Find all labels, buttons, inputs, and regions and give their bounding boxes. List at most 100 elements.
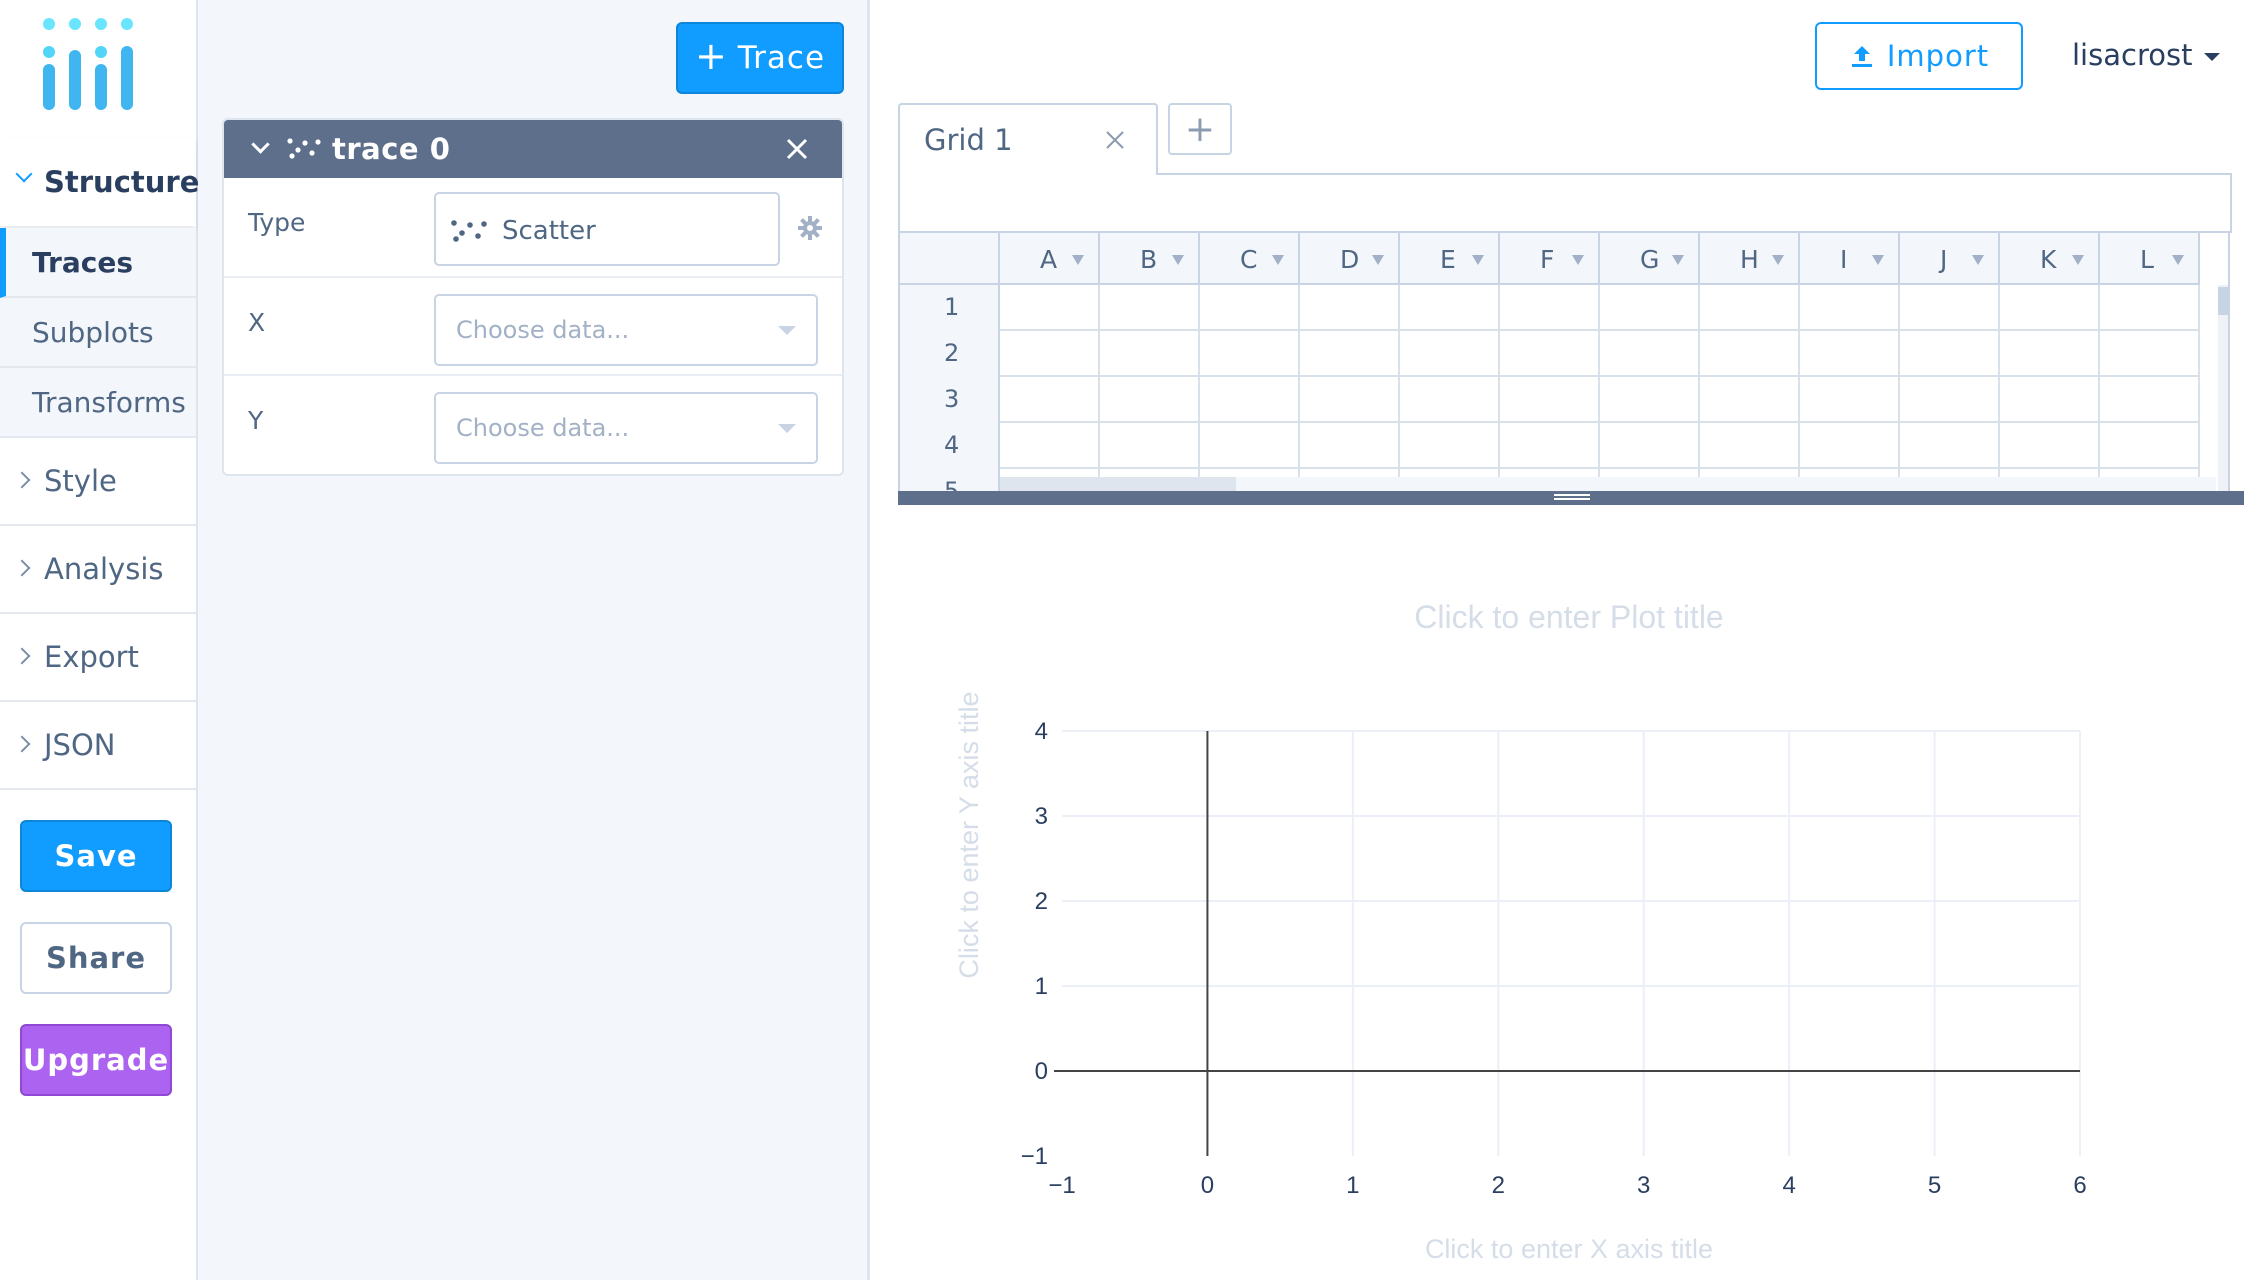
grid-cell[interactable] (1600, 423, 1700, 469)
y-data-dropdown[interactable]: Choose data... (434, 392, 818, 464)
column-header-i[interactable]: I (1800, 233, 1900, 285)
column-header-f[interactable]: F (1500, 233, 1600, 285)
grid-cell[interactable] (1400, 285, 1500, 331)
close-icon[interactable] (1104, 129, 1126, 151)
grid-cell[interactable] (1600, 331, 1700, 377)
column-header-k[interactable]: K (2000, 233, 2100, 285)
nav-item-transforms[interactable]: Transforms (0, 368, 196, 438)
save-button[interactable]: Save (20, 820, 172, 892)
grid-cell[interactable] (1300, 285, 1400, 331)
nav-item-traces[interactable]: Traces (0, 228, 196, 298)
grid-cell[interactable] (1600, 285, 1700, 331)
gear-icon[interactable] (798, 216, 822, 240)
grid-cell[interactable] (1900, 285, 2000, 331)
caret-down-icon[interactable] (1172, 255, 1184, 265)
nav-section-json[interactable]: JSON (0, 702, 196, 790)
grid-cell[interactable] (1500, 331, 1600, 377)
column-header-l[interactable]: L (2100, 233, 2200, 285)
grid-cell[interactable] (1800, 377, 1900, 423)
grid-cell[interactable] (1400, 377, 1500, 423)
nav-section-style[interactable]: Style (0, 438, 196, 526)
grid-cell[interactable] (1700, 377, 1800, 423)
grid-cell[interactable] (1200, 423, 1300, 469)
grid-cell[interactable] (1000, 377, 1100, 423)
grid-cell[interactable] (1100, 285, 1200, 331)
row-header-4[interactable]: 4 (900, 423, 1000, 469)
grid-cell[interactable] (2000, 377, 2100, 423)
chevron-down-icon[interactable] (251, 135, 270, 154)
nav-section-analysis[interactable]: Analysis (0, 526, 196, 614)
grid-cell[interactable] (1800, 331, 1900, 377)
grid-cell[interactable] (1000, 331, 1100, 377)
grid-cell[interactable] (1400, 423, 1500, 469)
formula-bar[interactable] (898, 173, 2232, 233)
vertical-scrollbar[interactable] (2218, 285, 2228, 491)
caret-down-icon[interactable] (1972, 255, 1984, 265)
grid-cell[interactable] (1100, 423, 1200, 469)
grid-tab[interactable]: Grid 1 (898, 103, 1158, 175)
grid-cell[interactable] (2100, 285, 2200, 331)
plot-title-placeholder[interactable]: Click to enter Plot title (1414, 599, 1723, 635)
trace-header[interactable]: trace 0 (224, 120, 842, 178)
grid-cell[interactable] (1300, 423, 1400, 469)
grid-cell[interactable] (1000, 285, 1100, 331)
grid-cell[interactable] (1700, 285, 1800, 331)
caret-down-icon[interactable] (1872, 255, 1884, 265)
grid-cell[interactable] (2000, 285, 2100, 331)
grid-cell[interactable] (1900, 377, 2000, 423)
column-header-d[interactable]: D (1300, 233, 1400, 285)
grid-cell[interactable] (1100, 377, 1200, 423)
caret-down-icon[interactable] (1472, 255, 1484, 265)
grid-cell[interactable] (1200, 285, 1300, 331)
user-menu[interactable]: lisacrost (2072, 38, 2221, 72)
upgrade-button[interactable]: Upgrade (20, 1024, 172, 1096)
caret-down-icon[interactable] (1072, 255, 1084, 265)
grid-cell[interactable] (1800, 423, 1900, 469)
column-header-b[interactable]: B (1100, 233, 1200, 285)
grid-cell[interactable] (1700, 331, 1800, 377)
drag-handle-icon[interactable] (1554, 494, 1590, 500)
grid-cell[interactable] (2100, 331, 2200, 377)
trace-type-select[interactable]: Scatter (434, 192, 780, 266)
grid-cell[interactable] (2100, 377, 2200, 423)
row-header-2[interactable]: 2 (900, 331, 1000, 377)
column-header-c[interactable]: C (1200, 233, 1300, 285)
grid-cell[interactable] (2100, 423, 2200, 469)
row-header-5[interactable]: 5 (900, 469, 1000, 491)
close-icon[interactable] (782, 134, 812, 164)
scrollbar-thumb[interactable] (2218, 287, 2228, 315)
horizontal-scrollbar[interactable] (1000, 477, 2216, 491)
column-header-g[interactable]: G (1600, 233, 1700, 285)
column-header-a[interactable]: A (1000, 233, 1100, 285)
add-trace-button[interactable]: + Trace (676, 22, 844, 94)
x-axis-title-placeholder[interactable]: Click to enter X axis title (1425, 1234, 1713, 1264)
column-header-e[interactable]: E (1400, 233, 1500, 285)
caret-down-icon[interactable] (1672, 255, 1684, 265)
grid-cell[interactable] (2000, 423, 2100, 469)
grid-cell[interactable] (1600, 377, 1700, 423)
caret-down-icon[interactable] (1372, 255, 1384, 265)
caret-down-icon[interactable] (1772, 255, 1784, 265)
row-header-3[interactable]: 3 (900, 377, 1000, 423)
grid-cell[interactable] (1300, 377, 1400, 423)
caret-down-icon[interactable] (1572, 255, 1584, 265)
grid-cell[interactable] (1200, 377, 1300, 423)
column-header-j[interactable]: J (1900, 233, 2000, 285)
caret-down-icon[interactable] (2072, 255, 2084, 265)
scrollbar-thumb[interactable] (1000, 477, 1236, 491)
grid-cell[interactable] (1100, 331, 1200, 377)
grid-plot-splitter[interactable] (898, 491, 2244, 505)
grid-cell[interactable] (1800, 285, 1900, 331)
grid-cell[interactable] (1500, 285, 1600, 331)
grid-cell[interactable] (1500, 423, 1600, 469)
grid-cell[interactable] (1700, 423, 1800, 469)
grid-cell[interactable] (1200, 331, 1300, 377)
import-button[interactable]: Import (1815, 22, 2023, 90)
grid-cell[interactable] (1300, 331, 1400, 377)
share-button[interactable]: Share (20, 922, 172, 994)
caret-down-icon[interactable] (1272, 255, 1284, 265)
nav-item-subplots[interactable]: Subplots (0, 298, 196, 368)
grid-cell[interactable] (1000, 423, 1100, 469)
grid-cell[interactable] (2000, 331, 2100, 377)
nav-section-export[interactable]: Export (0, 614, 196, 702)
